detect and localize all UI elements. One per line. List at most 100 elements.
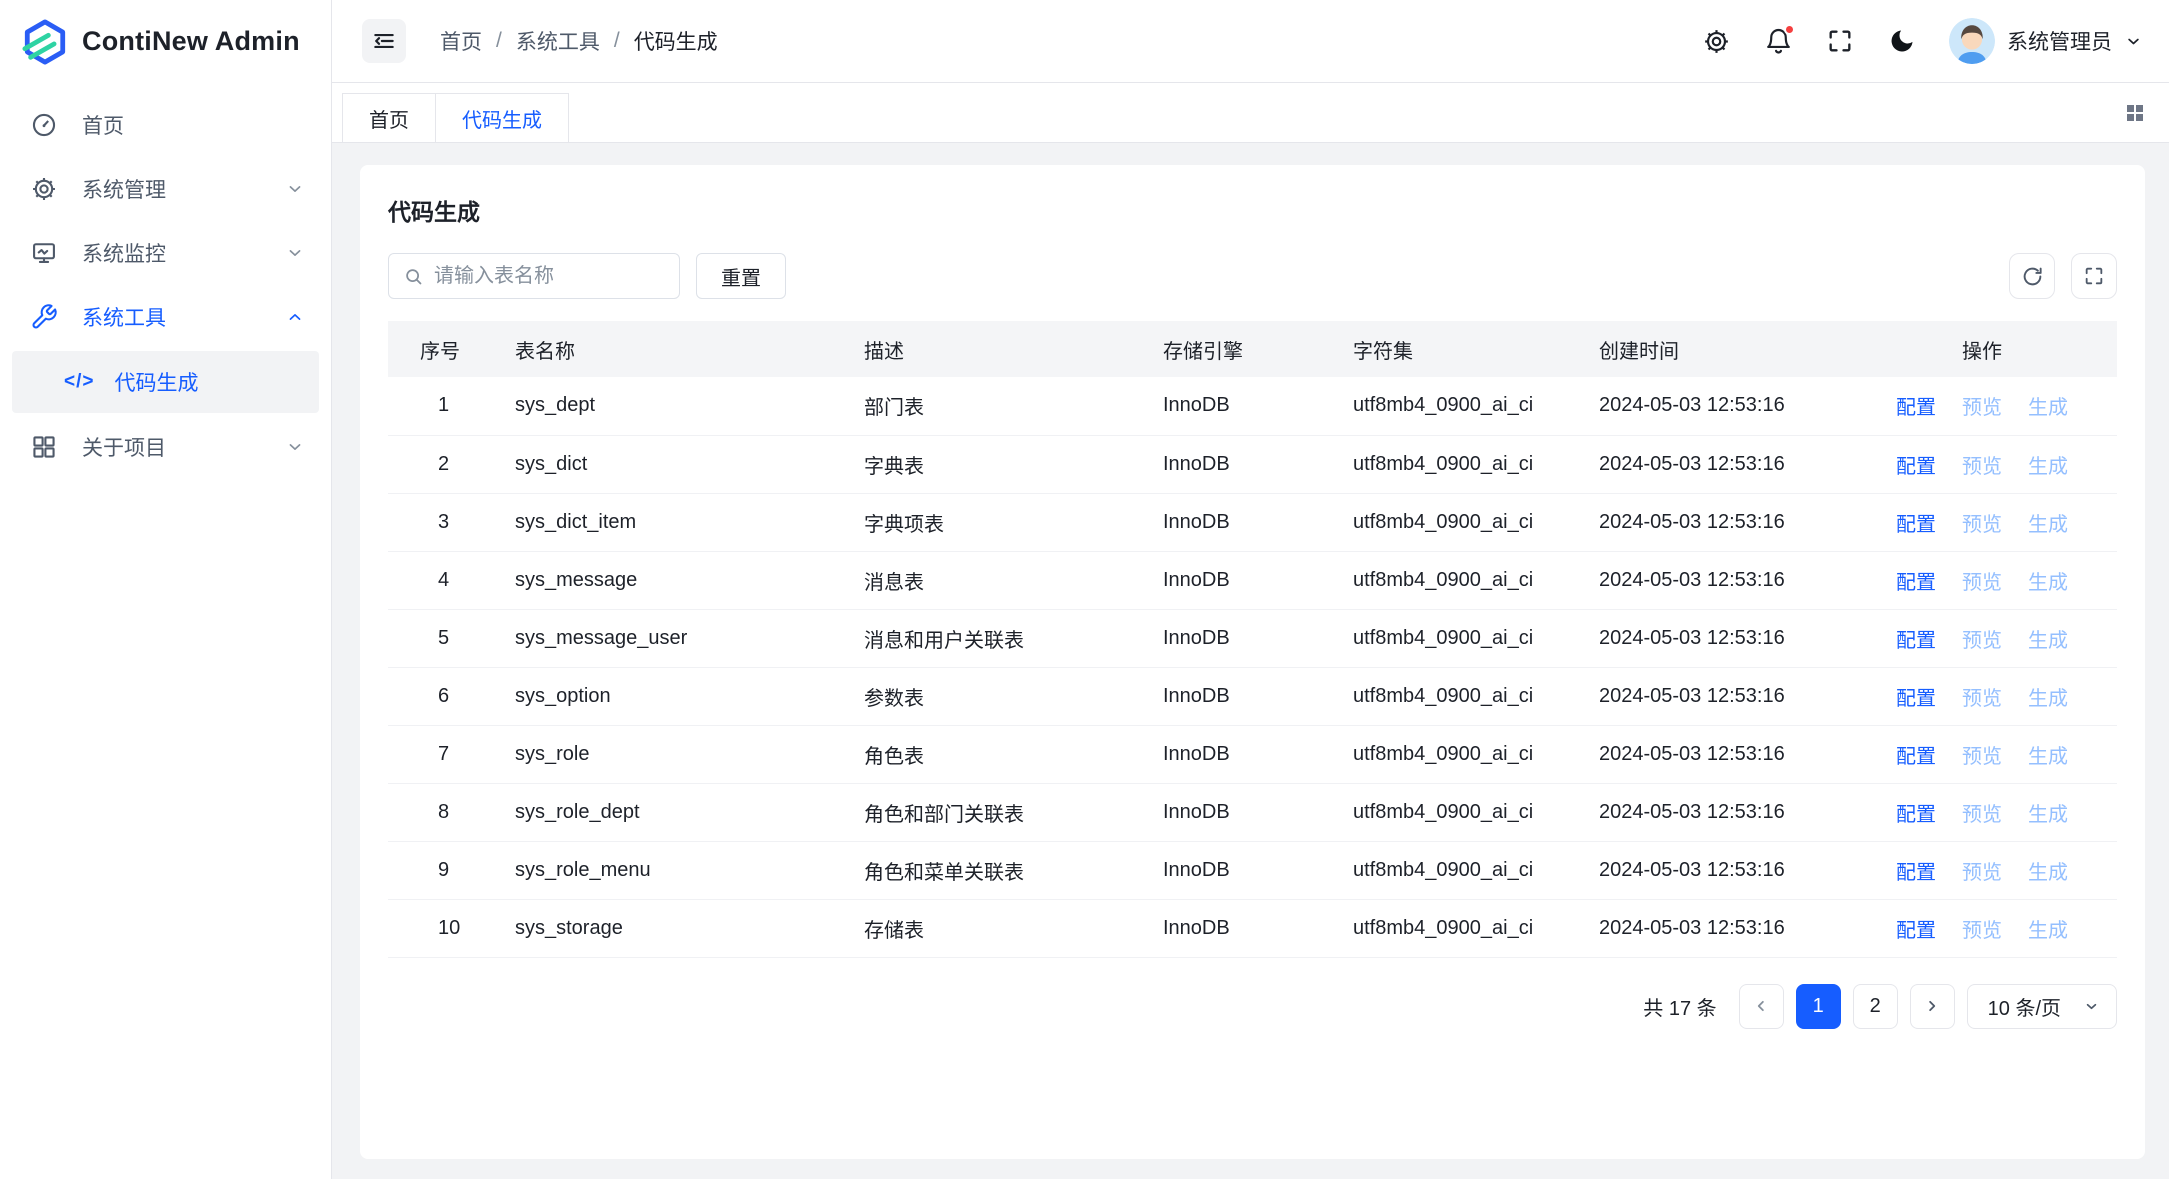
reset-button[interactable]: 重置 [696,253,786,299]
sidebar-item-label: 首页 [82,110,305,140]
preview-link[interactable]: 预览 [1962,391,2002,420]
sidebar-item-label: 关于项目 [82,432,261,462]
configure-link[interactable]: 配置 [1896,740,1936,769]
configure-link[interactable]: 配置 [1896,914,1936,943]
preview-link[interactable]: 预览 [1962,798,2002,827]
cell-engine: InnoDB [1163,841,1353,899]
table-row: 4 sys_message 消息表 InnoDB utf8mb4_0900_ai… [388,551,2117,609]
cell-no: 6 [388,667,515,725]
cell-table-name: sys_dict [515,435,864,493]
cell-no: 2 [388,435,515,493]
sidebar-item-system-management[interactable]: 系统管理 [0,157,331,221]
generate-link[interactable]: 生成 [2028,624,2068,653]
sidebar-item-label: 系统管理 [82,174,261,204]
tab-code-generation[interactable]: 代码生成 [435,93,569,142]
column-header-engine: 存储引擎 [1163,321,1353,377]
configure-link[interactable]: 配置 [1896,391,1936,420]
column-header-created: 创建时间 [1599,321,1896,377]
grid-icon [30,433,58,461]
pagination-total: 共 17 条 [1643,992,1716,1021]
sidebar-item-system-monitor[interactable]: 系统监控 [0,221,331,285]
breadcrumb-separator: / [600,29,634,53]
table-name-search[interactable] [388,253,680,299]
refresh-icon [2021,265,2044,288]
generate-link[interactable]: 生成 [2028,391,2068,420]
preview-link[interactable]: 预览 [1962,450,2002,479]
column-header-name: 表名称 [515,321,864,377]
cell-description: 角色和部门关联表 [864,783,1163,841]
user-menu[interactable]: 系统管理员 [1949,18,2143,64]
column-header-no: 序号 [388,321,515,377]
table-row: 1 sys_dept 部门表 InnoDB utf8mb4_0900_ai_ci… [388,377,2117,435]
breadcrumb-home[interactable]: 首页 [440,26,482,56]
cell-created-time: 2024-05-03 12:53:16 [1599,725,1896,783]
configure-link[interactable]: 配置 [1896,508,1936,537]
configure-link[interactable]: 配置 [1896,856,1936,885]
preview-link[interactable]: 预览 [1962,740,2002,769]
configure-link[interactable]: 配置 [1896,624,1936,653]
breadcrumb-system-tools[interactable]: 系统工具 [516,26,600,56]
tab-actions-button[interactable] [2123,101,2147,125]
cell-description: 角色表 [864,725,1163,783]
configure-link[interactable]: 配置 [1896,566,1936,595]
cell-engine: InnoDB [1163,783,1353,841]
generate-link[interactable]: 生成 [2028,914,2068,943]
generate-link[interactable]: 生成 [2028,856,2068,885]
sidebar-subitem-label: 代码生成 [114,367,198,397]
monitor-icon [30,239,58,267]
column-header-desc: 描述 [864,321,1163,377]
cell-ops: 配置 预览 生成 [1896,435,2117,493]
cell-created-time: 2024-05-03 12:53:16 [1599,377,1896,435]
sidebar-collapse-button[interactable] [362,19,406,63]
sidebar-item-system-tools[interactable]: 系统工具 [0,285,331,349]
sidebar-item-home[interactable]: 首页 [0,93,331,157]
table-row: 2 sys_dict 字典表 InnoDB utf8mb4_0900_ai_ci… [388,435,2117,493]
preview-link[interactable]: 预览 [1962,682,2002,711]
column-header-ops: 操作 [1896,321,2117,377]
cell-ops: 配置 预览 生成 [1896,725,2117,783]
sidebar-subitem-code-generation[interactable]: </> 代码生成 [12,351,319,413]
chevron-right-icon [1923,997,1941,1015]
generate-link[interactable]: 生成 [2028,740,2068,769]
configure-link[interactable]: 配置 [1896,798,1936,827]
cell-charset: utf8mb4_0900_ai_ci [1353,667,1599,725]
column-header-charset: 字符集 [1353,321,1599,377]
search-input[interactable] [434,265,665,288]
cell-charset: utf8mb4_0900_ai_ci [1353,493,1599,551]
cell-no: 10 [388,899,515,957]
table-header-row: 序号 表名称 描述 存储引擎 字符集 创建时间 操作 [388,321,2117,377]
notifications-button[interactable] [1763,26,1793,56]
cell-no: 5 [388,609,515,667]
fullscreen-button[interactable] [1825,26,1855,56]
table-row: 7 sys_role 角色表 InnoDB utf8mb4_0900_ai_ci… [388,725,2117,783]
generate-link[interactable]: 生成 [2028,682,2068,711]
sidebar-item-about-project[interactable]: 关于项目 [0,415,331,479]
preview-link[interactable]: 预览 [1962,566,2002,595]
next-page-button[interactable] [1910,984,1955,1029]
configure-link[interactable]: 配置 [1896,450,1936,479]
generate-link[interactable]: 生成 [2028,798,2068,827]
preview-link[interactable]: 预览 [1962,914,2002,943]
chevron-down-icon [285,179,305,199]
refresh-button[interactable] [2009,253,2055,299]
cell-created-time: 2024-05-03 12:53:16 [1599,841,1896,899]
tab-home[interactable]: 首页 [342,93,436,142]
cell-ops: 配置 预览 生成 [1896,377,2117,435]
generate-link[interactable]: 生成 [2028,508,2068,537]
cell-table-name: sys_dict_item [515,493,864,551]
generate-link[interactable]: 生成 [2028,566,2068,595]
page-size-select[interactable]: 10 条/页 [1967,984,2117,1029]
preview-link[interactable]: 预览 [1962,856,2002,885]
settings-button[interactable] [1701,26,1731,56]
page-2-button[interactable]: 2 [1853,984,1898,1029]
prev-page-button[interactable] [1739,984,1784,1029]
dark-mode-button[interactable] [1887,26,1917,56]
generate-link[interactable]: 生成 [2028,450,2068,479]
fullscreen-icon [2083,265,2105,287]
page-1-button[interactable]: 1 [1796,984,1841,1029]
preview-link[interactable]: 预览 [1962,508,2002,537]
configure-link[interactable]: 配置 [1896,682,1936,711]
pagination: 共 17 条 1 2 10 条/页 [388,984,2117,1029]
table-fullscreen-button[interactable] [2071,253,2117,299]
preview-link[interactable]: 预览 [1962,624,2002,653]
